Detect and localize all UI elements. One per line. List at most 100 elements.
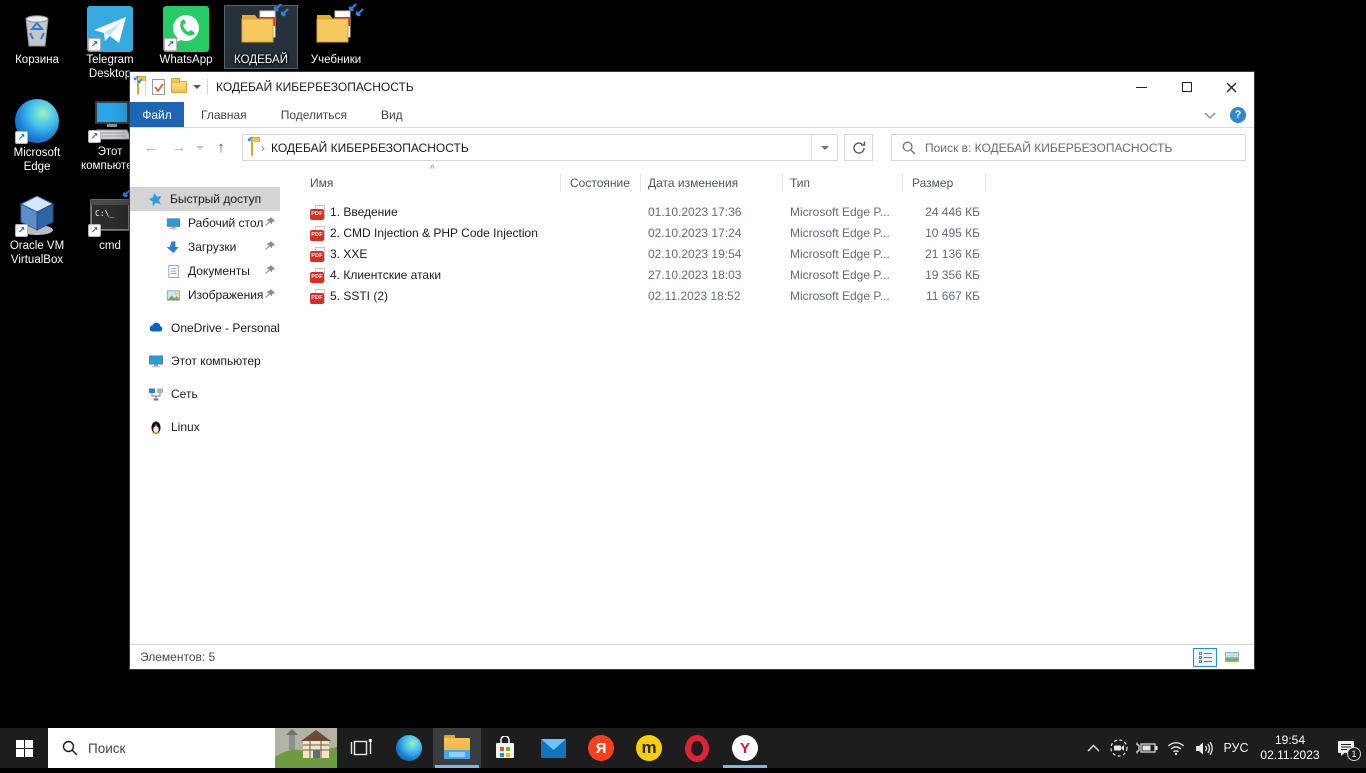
- shortcut-arrow-icon: ↗: [88, 130, 101, 143]
- sidebar-item-pictures[interactable]: Изображения: [130, 283, 280, 307]
- tray-meet-now-button[interactable]: [1105, 728, 1132, 768]
- file-row[interactable]: PDF 2. CMD Injection & PHP Code Injectio…: [290, 223, 1010, 244]
- column-header-size[interactable]: Размер: [912, 176, 953, 190]
- explorer-window: КОДЕБАЙ КИБЕРБЕЗОПАСНОСТЬ Файл Главная П…: [130, 72, 1254, 669]
- taskbar-store-button[interactable]: [481, 728, 529, 768]
- notification-center-button[interactable]: 1: [1326, 728, 1366, 768]
- desktop-icon-uchebniki[interactable]: PDF Учебники: [300, 6, 372, 68]
- taskbar-yandex-button[interactable]: Я: [577, 728, 625, 768]
- title-bar: КОДЕБАЙ КИБЕРБЕЗОПАСНОСТЬ: [130, 72, 1254, 102]
- shortcut-arrow-icon: ↗: [15, 131, 28, 144]
- shortcut-arrow-icon: ↗: [88, 224, 101, 237]
- refresh-button[interactable]: [844, 134, 873, 161]
- minimize-button[interactable]: [1119, 72, 1164, 102]
- desktop-icon-kodebay[interactable]: PDF КОДЕБАЙ: [225, 6, 297, 68]
- close-button[interactable]: [1209, 72, 1254, 102]
- tray-chevron-button[interactable]: [1081, 728, 1105, 768]
- quick-access-toolbar: [130, 79, 208, 95]
- tab-share[interactable]: Поделиться: [264, 102, 364, 127]
- desktop-icon-telegram[interactable]: ↗ Telegram Desktop: [74, 6, 146, 82]
- file-row[interactable]: PDF 5. SSTI (2) 02.11.2023 18:52 Microso…: [290, 286, 1010, 307]
- chevron-up-icon: [1087, 744, 1100, 752]
- desktop-icon: [166, 216, 181, 231]
- tray-wifi-button[interactable]: [1162, 728, 1189, 768]
- taskbar-amigo-button[interactable]: m: [625, 728, 673, 768]
- recent-locations-caret-icon[interactable]: [196, 146, 204, 150]
- pdf-file-icon: PDF: [310, 205, 325, 220]
- tray-volume-button[interactable]: [1189, 728, 1218, 768]
- new-folder-button[interactable]: [171, 81, 187, 93]
- file-explorer-icon: [444, 738, 470, 759]
- breadcrumb[interactable]: КОДЕБАЙ КИБЕРБЕЗОПАСНОСТЬ: [271, 141, 469, 155]
- search-highlight-image[interactable]: [275, 728, 337, 768]
- separator: [207, 79, 208, 95]
- taskbar-yandex-browser-button[interactable]: Y: [721, 728, 769, 768]
- details-view-icon: [1199, 652, 1212, 663]
- search-input[interactable]: Поиск в: КОДЕБАЙ КИБЕРБЕЗОПАСНОСТЬ: [891, 134, 1246, 161]
- help-button[interactable]: ?: [1230, 107, 1246, 123]
- pin-icon: [264, 288, 276, 300]
- column-header-name[interactable]: Имя: [310, 176, 333, 190]
- forward-button[interactable]: →: [168, 139, 190, 156]
- file-row[interactable]: PDF 1. Введение 01.10.2023 17:36 Microso…: [290, 202, 1010, 223]
- tray-language-indicator[interactable]: РУС: [1218, 728, 1254, 768]
- taskbar-opera-button[interactable]: [673, 728, 721, 768]
- taskbar-explorer-button[interactable]: [433, 728, 481, 768]
- desktop-icon-label: Oracle VM VirtualBox: [1, 240, 73, 268]
- desktop-icon-recycle-bin[interactable]: Корзина: [1, 6, 73, 68]
- sidebar-item-desktop[interactable]: Рабочий стол: [130, 211, 280, 235]
- desktop-icon-virtualbox[interactable]: ↗ Oracle VM VirtualBox: [1, 192, 73, 268]
- desktop-icon-whatsapp[interactable]: ↗ WhatsApp: [150, 6, 222, 68]
- file-row[interactable]: PDF 3. XXE 02.10.2023 19:54 Microsoft Ed…: [290, 244, 1010, 265]
- expand-ribbon-icon[interactable]: [1204, 112, 1216, 119]
- sidebar-item-onedrive[interactable]: OneDrive - Personal: [130, 316, 280, 340]
- taskbar-search-input[interactable]: Поиск: [48, 728, 337, 768]
- recycle-bin-icon: [14, 6, 60, 52]
- address-folder-icon: [251, 141, 253, 155]
- column-header-type[interactable]: Тип: [790, 176, 810, 190]
- file-row[interactable]: PDF 4. Клиентские атаки 27.10.2023 18:03…: [290, 265, 1010, 286]
- speaker-icon: [1195, 741, 1213, 756]
- pdf-folder-icon: PDF: [238, 6, 284, 52]
- column-header-date[interactable]: Дата изменения: [648, 176, 738, 190]
- properties-button[interactable]: [152, 79, 165, 95]
- tray-clock[interactable]: 19:54 02.11.2023: [1254, 728, 1326, 768]
- thumbnail-view-button[interactable]: [1220, 648, 1244, 667]
- explorer-main: Быстрый доступ Рабочий стол Загрузки: [130, 167, 1254, 644]
- address-bar[interactable]: › КОДЕБАЙ КИБЕРБЕЗОПАСНОСТЬ: [242, 134, 838, 161]
- sidebar-item-network[interactable]: Сеть: [130, 382, 280, 406]
- tab-home[interactable]: Главная: [184, 102, 264, 127]
- taskbar-edge-button[interactable]: [385, 728, 433, 768]
- tab-file[interactable]: Файл: [130, 102, 184, 127]
- windows-logo-icon: [16, 740, 33, 757]
- customize-qat-caret-icon[interactable]: [193, 85, 201, 89]
- tab-view[interactable]: Вид: [364, 102, 420, 127]
- address-dropdown-button[interactable]: [811, 135, 837, 160]
- taskbar-mail-button[interactable]: [529, 728, 577, 768]
- desktop-icon-edge[interactable]: ↗ Microsoft Edge: [1, 98, 73, 175]
- amigo-icon: m: [636, 735, 662, 761]
- compressed-arrows-icon: [272, 2, 290, 23]
- download-icon: [166, 240, 181, 255]
- sidebar-item-this-pc[interactable]: Этот компьютер: [130, 349, 280, 373]
- sidebar-item-documents[interactable]: Документы: [130, 259, 280, 283]
- sidebar-item-quick-access[interactable]: Быстрый доступ: [130, 187, 280, 211]
- sort-ascending-icon[interactable]: ^: [430, 164, 435, 175]
- pin-icon: [264, 216, 276, 228]
- back-button[interactable]: ←: [140, 139, 162, 156]
- up-button[interactable]: ↑: [210, 139, 232, 156]
- column-header-status[interactable]: Состояние: [570, 176, 630, 190]
- sidebar-item-linux[interactable]: Linux: [130, 415, 280, 439]
- search-icon: [62, 740, 78, 756]
- tray-battery-button[interactable]: [1132, 728, 1162, 768]
- shortcut-arrow-icon: ↗: [164, 38, 177, 51]
- maximize-button[interactable]: [1164, 72, 1209, 102]
- details-view-button[interactable]: [1193, 648, 1217, 667]
- start-button[interactable]: [0, 728, 48, 768]
- pdf-file-icon: PDF: [310, 268, 325, 283]
- items-count: Элементов: 5: [140, 650, 215, 664]
- yandex-icon: Я: [588, 735, 614, 761]
- task-view-button[interactable]: [337, 728, 385, 768]
- sidebar-item-downloads[interactable]: Загрузки: [130, 235, 280, 259]
- telegram-icon: ↗: [87, 6, 133, 52]
